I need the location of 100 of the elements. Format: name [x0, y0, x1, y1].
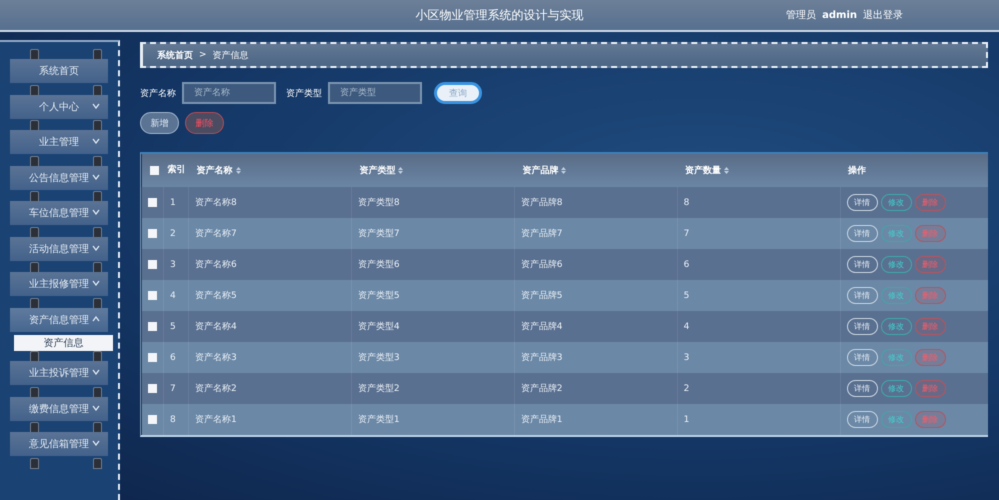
- clip-icon: [30, 386, 39, 398]
- user-name: admin: [822, 10, 857, 20]
- table-cell: 资产品牌7: [520, 229, 562, 239]
- clip-icon: [30, 351, 39, 362]
- sort-icon[interactable]: [236, 167, 240, 174]
- clip-icon: [93, 156, 102, 166]
- row-checkbox[interactable]: [148, 322, 157, 331]
- chevron-down-icon: [92, 244, 100, 250]
- table-cell: 7: [170, 384, 176, 394]
- table-cell: 资产名称3: [195, 353, 237, 363]
- clip-icon: [30, 262, 39, 273]
- table-cell: 5: [684, 290, 690, 300]
- clip-icon: [93, 458, 102, 468]
- edit-button[interactable]: 修改: [880, 256, 912, 273]
- table-cell: 资产类型8: [358, 198, 400, 208]
- detail-button[interactable]: 详情: [846, 380, 878, 397]
- logout-link[interactable]: 退出登录: [863, 8, 903, 22]
- clip-icon: [93, 351, 102, 362]
- row-checkbox[interactable]: [148, 198, 157, 207]
- table-cell: 1: [170, 198, 176, 208]
- table-cell: 资产类型2: [358, 384, 400, 394]
- column-header[interactable]: 资产类型: [359, 166, 396, 176]
- detail-button[interactable]: 详情: [846, 411, 878, 428]
- table-cell: 资产品牌2: [520, 384, 562, 394]
- app-title: 小区物业管理系统的设计与实现: [416, 6, 584, 24]
- clip-icon: [93, 191, 102, 202]
- table-cell: 资产品牌6: [520, 260, 562, 270]
- add-button[interactable]: 新增: [140, 112, 179, 134]
- column-header: 索引: [168, 165, 186, 175]
- table-cell: 4: [170, 290, 176, 300]
- detail-button[interactable]: 详情: [846, 287, 878, 304]
- table-cell: 资产品牌3: [520, 353, 562, 363]
- chevron-down-icon: [92, 174, 100, 180]
- table-cell: 资产类型7: [358, 229, 400, 239]
- table-cell: 8: [170, 414, 176, 424]
- clip-icon: [93, 422, 102, 433]
- table-cell: 6: [170, 352, 176, 362]
- chevron-down-icon: [92, 209, 100, 215]
- table-cell: 资产类型6: [358, 260, 400, 270]
- clip-icon: [30, 49, 39, 60]
- search-button[interactable]: 查询: [434, 82, 482, 104]
- edit-button[interactable]: 修改: [880, 194, 912, 211]
- breadcrumb-home[interactable]: 系统首页: [157, 48, 193, 62]
- edit-button[interactable]: 修改: [880, 318, 912, 335]
- delete-button[interactable]: 删除: [185, 112, 224, 134]
- clip-icon: [30, 458, 39, 468]
- chevron-down-icon: [92, 440, 100, 446]
- search-field[interactable]: 资产名称: [182, 82, 276, 104]
- table-cell: 资产品牌1: [520, 415, 562, 425]
- column-header: 操作: [848, 166, 866, 176]
- table-cell: 8: [684, 198, 690, 208]
- sort-icon[interactable]: [724, 167, 730, 174]
- table-cell: 资产品牌5: [520, 291, 562, 301]
- row-checkbox[interactable]: [148, 260, 157, 269]
- clip-icon: [93, 49, 102, 60]
- table-cell: 资产品牌4: [520, 322, 562, 332]
- row-checkbox[interactable]: [148, 384, 157, 393]
- table-cell: 资产名称6: [195, 260, 237, 270]
- table-cell: 2: [170, 228, 176, 238]
- table-cell: 5: [170, 322, 176, 332]
- detail-button[interactable]: 详情: [846, 225, 878, 242]
- sort-icon[interactable]: [398, 167, 404, 174]
- chevron-down-icon: [92, 138, 100, 144]
- clip-icon: [93, 84, 102, 96]
- row-checkbox[interactable]: [148, 352, 157, 362]
- detail-button[interactable]: 详情: [846, 194, 878, 211]
- field-label: 资产类型: [286, 88, 322, 100]
- row-checkbox[interactable]: [148, 414, 157, 424]
- row-checkbox[interactable]: [148, 290, 157, 300]
- detail-button[interactable]: 详情: [846, 318, 878, 335]
- clip-icon: [93, 226, 102, 238]
- table-cell: 3: [170, 260, 176, 270]
- table-cell: 7: [684, 228, 690, 238]
- detail-button[interactable]: 详情: [846, 256, 878, 273]
- clip-icon: [30, 84, 39, 96]
- table-cell: 3: [684, 352, 690, 362]
- column-header[interactable]: 资产名称: [196, 166, 232, 176]
- table-cell: 资产名称8: [195, 198, 237, 208]
- column-header[interactable]: 资产数量: [685, 166, 722, 176]
- table-cell: 1: [684, 414, 690, 424]
- select-all-checkbox[interactable]: [150, 166, 158, 175]
- column-header[interactable]: 资产品牌: [522, 166, 558, 176]
- clip-icon: [93, 298, 102, 308]
- search-field[interactable]: 资产类型: [328, 82, 422, 104]
- clip-icon: [93, 120, 102, 131]
- clip-icon: [30, 298, 39, 308]
- sort-icon[interactable]: [561, 167, 566, 174]
- detail-button[interactable]: 详情: [846, 349, 878, 366]
- chevron-down-icon: [92, 369, 100, 375]
- row-checkbox[interactable]: [148, 228, 157, 238]
- table-cell: 资产类型5: [358, 291, 400, 301]
- breadcrumb-separator: >: [199, 50, 207, 60]
- submenu-item[interactable]: 资产信息: [14, 335, 113, 351]
- clip-icon: [30, 226, 39, 238]
- table-cell: 2: [684, 384, 690, 394]
- chevron-up-icon: [92, 316, 100, 322]
- table-cell: 4: [684, 322, 690, 332]
- edit-button[interactable]: 修改: [880, 380, 912, 397]
- table-cell: 资产名称2: [195, 384, 237, 394]
- table-cell: 6: [684, 260, 690, 270]
